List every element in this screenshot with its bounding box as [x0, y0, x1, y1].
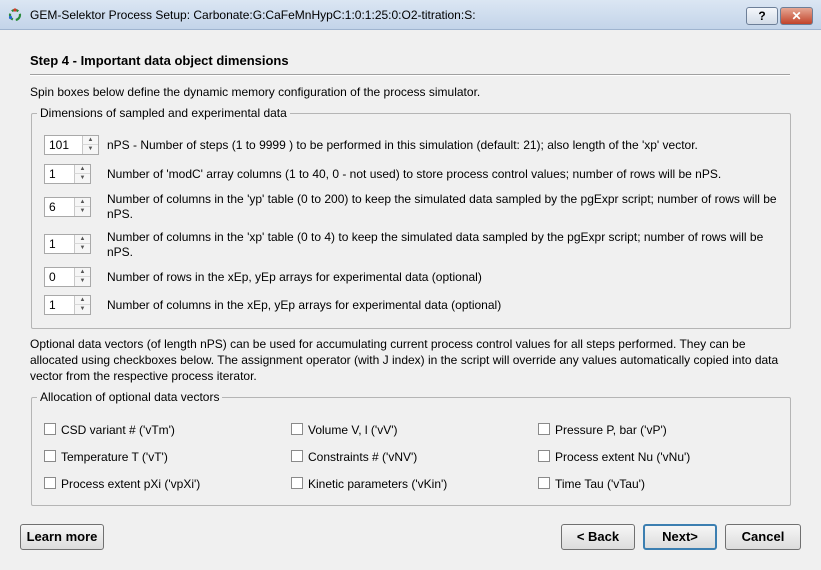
cancel-button[interactable]: Cancel: [725, 524, 801, 550]
spinbox-value: 1: [49, 237, 56, 251]
xp-columns-spinbox[interactable]: 1 ▲ ▼: [44, 234, 91, 254]
dimension-description: Number of rows in the xEp, yEp arrays fo…: [107, 270, 482, 284]
spin-down-arrow-icon[interactable]: ▼: [74, 244, 90, 253]
spin-up-arrow-icon[interactable]: ▲: [82, 136, 98, 145]
spin-down-arrow-icon[interactable]: ▼: [82, 145, 98, 154]
help-button[interactable]: ?: [746, 7, 778, 25]
spinbox-value: 6: [49, 200, 56, 214]
learn-more-button[interactable]: Learn more: [20, 524, 104, 550]
spinbox-value: 0: [49, 270, 56, 284]
checkbox-label[interactable]: CSD variant # ('vTm'): [61, 423, 175, 437]
intro-text: Spin boxes below define the dynamic memo…: [30, 85, 481, 99]
checkbox-label[interactable]: Kinetic parameters ('vKin'): [308, 477, 447, 491]
spinbox-value: 1: [49, 298, 56, 312]
spin-up-arrow-icon[interactable]: ▲: [74, 198, 90, 207]
spin-up-arrow-icon[interactable]: ▲: [74, 296, 90, 305]
xep-rows-spinbox[interactable]: 0 ▲ ▼: [44, 267, 91, 287]
spin-up-arrow-icon[interactable]: ▲: [74, 235, 90, 244]
window-title: GEM-Selektor Process Setup: Carbonate:G:…: [30, 8, 476, 22]
dimensions-group-label: Dimensions of sampled and experimental d…: [37, 106, 290, 120]
checkbox-label[interactable]: Process extent Nu ('vNu'): [555, 450, 690, 464]
spin-down-arrow-icon[interactable]: ▼: [74, 207, 90, 216]
dimension-description: Number of columns in the xEp, yEp arrays…: [107, 298, 502, 312]
spin-down-arrow-icon[interactable]: ▼: [74, 174, 90, 183]
back-button[interactable]: < Back: [561, 524, 635, 550]
gem-selektor-app-icon: [8, 8, 22, 22]
modc-columns-spinbox[interactable]: 1 ▲ ▼: [44, 164, 91, 184]
checkbox-label[interactable]: Temperature T ('vT'): [61, 450, 168, 464]
checkbox-vp[interactable]: [538, 423, 550, 435]
dimension-description: Number of columns in the 'yp' table (0 t…: [107, 192, 777, 221]
spinbox-value: 101: [49, 138, 70, 152]
optional-vectors-text: Optional data vectors (of length nPS) ca…: [30, 337, 779, 383]
checkbox-vkin[interactable]: [291, 477, 303, 489]
checkbox-vtm[interactable]: [44, 423, 56, 435]
checkbox-vtau[interactable]: [538, 477, 550, 489]
checkbox-label[interactable]: Volume V, l ('vV'): [308, 423, 398, 437]
spin-up-arrow-icon[interactable]: ▲: [74, 165, 90, 174]
dimension-description: nPS - Number of steps (1 to 9999 ) to be…: [107, 138, 698, 152]
checkbox-vpxi[interactable]: [44, 477, 56, 489]
close-button[interactable]: ✕: [780, 7, 813, 25]
spinbox-value: 1: [49, 167, 56, 181]
checkbox-label[interactable]: Pressure P, bar ('vP'): [555, 423, 667, 437]
dimension-description: Number of columns in the 'xp' table (0 t…: [107, 230, 764, 259]
checkbox-label[interactable]: Time Tau ('vTau'): [555, 477, 645, 491]
dimension-description: Number of 'modC' array columns (1 to 40,…: [107, 167, 722, 181]
nps-spinbox[interactable]: 101 ▲ ▼: [44, 135, 99, 155]
title-divider: [30, 74, 790, 76]
checkbox-vt[interactable]: [44, 450, 56, 462]
checkbox-vnu[interactable]: [538, 450, 550, 462]
checkbox-vnv[interactable]: [291, 450, 303, 462]
title-bar: GEM-Selektor Process Setup: Carbonate:G:…: [0, 0, 821, 30]
next-button[interactable]: Next>: [643, 524, 717, 550]
allocation-group-label: Allocation of optional data vectors: [37, 390, 223, 404]
spin-up-arrow-icon[interactable]: ▲: [74, 268, 90, 277]
checkbox-label[interactable]: Process extent pXi ('vpXi'): [61, 477, 200, 491]
spin-down-arrow-icon[interactable]: ▼: [74, 305, 90, 314]
yp-columns-spinbox[interactable]: 6 ▲ ▼: [44, 197, 91, 217]
checkbox-label[interactable]: Constraints # ('vNV'): [308, 450, 417, 464]
spin-down-arrow-icon[interactable]: ▼: [74, 277, 90, 286]
step-title: Step 4 - Important data object dimension…: [30, 53, 289, 68]
checkbox-vv[interactable]: [291, 423, 303, 435]
xep-columns-spinbox[interactable]: 1 ▲ ▼: [44, 295, 91, 315]
